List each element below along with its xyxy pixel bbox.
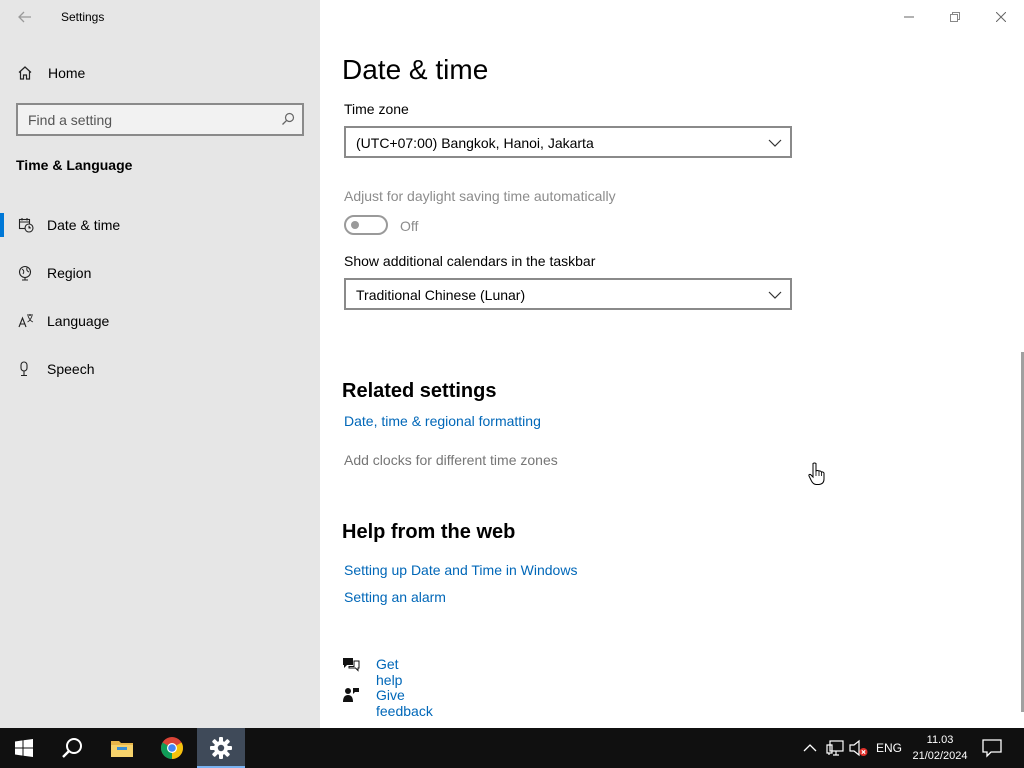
volume-muted-icon[interactable] <box>849 739 869 762</box>
chevron-down-icon <box>768 139 782 147</box>
sidebar-item-label: Region <box>47 265 92 281</box>
notification-icon <box>982 739 1002 758</box>
setting-alarm-link[interactable]: Setting an alarm <box>344 589 446 605</box>
give-feedback-link[interactable]: Give feedback <box>376 687 433 719</box>
chrome-icon <box>161 737 183 759</box>
taskbar-file-explorer[interactable] <box>98 728 146 768</box>
daylight-saving-label: Adjust for daylight saving time automati… <box>344 188 616 204</box>
input-language-indicator[interactable]: ENG <box>876 741 902 755</box>
back-arrow-icon <box>18 11 31 23</box>
page-title: Date & time <box>342 54 489 85</box>
toggle-knob <box>351 221 359 229</box>
file-explorer-icon <box>111 741 133 757</box>
calendars-label: Show additional calendars in the taskbar <box>344 253 596 269</box>
taskbar-settings[interactable] <box>197 728 245 768</box>
start-button[interactable] <box>0 728 48 768</box>
clock-date: 21/02/2024 <box>912 750 968 762</box>
home-icon <box>17 65 33 86</box>
sidebar-item-region[interactable]: Region <box>0 253 320 293</box>
taskbar: ENG 11.03 21/02/2024 <box>0 728 1024 768</box>
language-icon <box>18 313 34 334</box>
sidebar-section-title: Time & Language <box>16 157 133 173</box>
sidebar-item-label: Language <box>47 313 110 329</box>
chevron-down-icon <box>768 291 782 299</box>
taskbar-chrome[interactable] <box>148 728 196 768</box>
search-input[interactable] <box>28 110 268 129</box>
window-title: Settings <box>61 10 105 24</box>
globe-icon <box>18 265 34 286</box>
chevron-up-icon <box>803 744 817 752</box>
taskbar-clock[interactable]: 11.03 21/02/2024 <box>904 732 976 764</box>
sidebar-item-speech[interactable]: Speech <box>0 349 320 389</box>
regional-formatting-link[interactable]: Date, time & regional formatting <box>344 413 541 429</box>
sidebar-item-home[interactable]: Home <box>0 56 320 90</box>
windows-start-icon <box>15 739 33 757</box>
toggle-state-text: Off <box>400 218 419 234</box>
calendars-value: Traditional Chinese (Lunar) <box>356 287 526 303</box>
network-icon[interactable] <box>826 739 844 762</box>
action-center-button[interactable] <box>982 738 1002 763</box>
sidebar-item-date-time[interactable]: Date & time <box>0 205 320 245</box>
sidebar-item-label: Speech <box>47 361 95 377</box>
show-hidden-icons-chevron[interactable] <box>803 741 817 760</box>
hand-pointer-cursor-icon <box>808 462 825 485</box>
timezone-dropdown[interactable]: (UTC+07:00) Bangkok, Hanoi, Jakarta <box>344 126 792 158</box>
sidebar-item-language[interactable]: Language <box>0 301 320 341</box>
sidebar-item-label: Home <box>48 65 86 81</box>
settings-gear-icon <box>210 737 232 759</box>
taskbar-search-button[interactable] <box>48 728 96 768</box>
timezone-label: Time zone <box>344 101 409 117</box>
setting-up-date-time-link[interactable]: Setting up Date and Time in Windows <box>344 562 577 578</box>
sidebar: Settings Home Time & Language D <box>0 0 320 728</box>
back-button[interactable] <box>14 6 36 28</box>
search-icon[interactable] <box>281 112 295 131</box>
clock-time: 11.03 <box>926 734 954 746</box>
search-icon <box>62 738 82 758</box>
timezone-value: (UTC+07:00) Bangkok, Hanoi, Jakarta <box>356 135 594 151</box>
get-help-link[interactable]: Get help <box>376 656 402 688</box>
search-box[interactable] <box>16 103 304 136</box>
feedback-person-icon <box>342 687 360 708</box>
related-settings-heading: Related settings <box>342 380 497 402</box>
chat-help-icon <box>342 656 360 677</box>
daylight-saving-toggle[interactable] <box>344 215 388 235</box>
calendar-clock-icon <box>18 217 34 238</box>
microphone-icon <box>18 361 34 382</box>
help-from-web-heading: Help from the web <box>342 521 516 543</box>
add-clocks-link[interactable]: Add clocks for different time zones <box>344 452 558 468</box>
calendars-dropdown[interactable]: Traditional Chinese (Lunar) <box>344 278 792 310</box>
sidebar-item-label: Date & time <box>47 217 121 233</box>
main-content: Date & time Time zone (UTC+07:00) Bangko… <box>320 0 1024 728</box>
